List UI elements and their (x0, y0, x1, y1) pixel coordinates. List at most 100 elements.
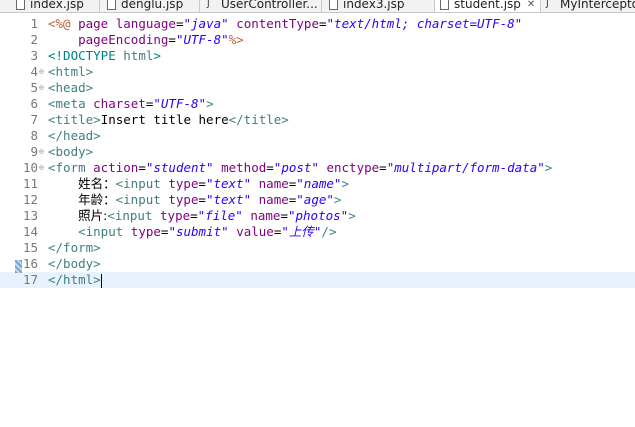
code-line[interactable]: 14 <input type="submit" value="上传"/> (0, 224, 635, 240)
jsp-file-icon (329, 0, 338, 10)
code-token: <meta (48, 96, 94, 111)
line-number: 3 (30, 48, 38, 63)
code-token: name (258, 176, 289, 191)
code-token: /> (321, 224, 337, 239)
code-token: enctype (326, 160, 380, 175)
code-token: <input (107, 208, 161, 223)
code-text: <!DOCTYPE html> (48, 48, 161, 64)
code-token: page (78, 16, 116, 31)
line-number: 7 (30, 112, 38, 127)
tab-index-jsp[interactable]: index.jsp (16, 0, 84, 12)
code-text: 照片:<input type="file" name="photos"> (48, 208, 356, 224)
code-token: </body> (48, 256, 101, 271)
code-token: "file" (197, 208, 243, 223)
code-text: <%@ page language="java" contentType="te… (48, 16, 522, 32)
line-number: 11 (22, 176, 38, 191)
code-line[interactable]: 17 </html> (0, 272, 635, 288)
code-token: action (93, 160, 139, 175)
java-file-icon: J (546, 0, 549, 9)
tab-denglu-jsp[interactable]: denglu.jsp (107, 0, 183, 12)
code-token: = (280, 208, 288, 223)
code-token: > (333, 192, 342, 207)
code-token: contentType (236, 16, 319, 31)
code-token: <input (115, 192, 169, 207)
java-file-icon: J (207, 0, 210, 9)
tab-student-jsp[interactable]: student.jsp ✕ (434, 0, 542, 12)
code-token: name (258, 192, 289, 207)
code-token: = (190, 208, 198, 223)
code-token: </title> (228, 112, 289, 127)
code-line[interactable]: 2 pageEncoding="UTF-8"%> (0, 32, 635, 48)
code-line[interactable]: 9 ⊖ <body> (0, 144, 635, 160)
code-token: > (348, 208, 356, 223)
code-text: </html> (48, 272, 102, 288)
code-token: "post" (273, 160, 319, 175)
code-text: <head> (48, 80, 93, 96)
code-line[interactable]: 1 <%@ page language="java" contentType="t… (0, 16, 635, 32)
code-token: = (318, 16, 327, 31)
code-line[interactable]: 8 </head> (0, 128, 635, 144)
fold-toggle-icon[interactable]: ⊖ (39, 80, 45, 96)
code-editor[interactable]: 1 <%@ page language="java" contentType="t… (0, 13, 635, 427)
code-token: = (379, 160, 387, 175)
code-token: value (236, 224, 274, 239)
code-text: </form> (48, 240, 101, 256)
code-token: <input (78, 224, 131, 239)
code-token: <!DOCTYPE (48, 48, 124, 63)
code-line[interactable]: 4 ⊖ <html> (0, 64, 635, 80)
tab-label: index.jsp (30, 0, 84, 11)
tab-label: student.jsp (454, 0, 521, 11)
code-token: = (168, 32, 176, 47)
code-token: "multipart/form-data" (386, 160, 545, 175)
fold-toggle-icon[interactable]: ⊖ (39, 64, 45, 80)
code-token: <title> (48, 112, 101, 127)
code-token: <html> (48, 64, 94, 79)
code-line[interactable]: 15 </form> (0, 240, 635, 256)
code-text: <meta charset="UTF-8"> (48, 96, 214, 112)
code-token: Insert title here (100, 112, 229, 127)
code-token: type (168, 192, 199, 207)
close-tab-icon[interactable]: ✕ (527, 0, 535, 10)
line-number: 2 (30, 32, 38, 47)
code-token: <input (115, 176, 169, 191)
tab-myintercepto[interactable]: J MyIntercepto (546, 0, 635, 12)
code-line[interactable]: 7 <title>Insert title here</title> (0, 112, 635, 128)
line-number: 5 (30, 80, 38, 95)
code-line[interactable]: 16 </body> (0, 256, 635, 272)
code-line[interactable]: 5 ⊖ <head> (0, 80, 635, 96)
code-line[interactable]: 12 年龄：<input type="text" name="age"> (0, 192, 635, 208)
code-text: </head> (48, 128, 101, 144)
code-token: <form (48, 160, 94, 175)
fold-toggle-icon[interactable]: ⊖ (39, 160, 45, 176)
tab-separator (99, 0, 100, 12)
code-token: type (130, 224, 161, 239)
tab-usercontroller-[interactable]: J UserController... (207, 0, 318, 12)
code-text: <body> (48, 144, 93, 160)
code-line[interactable]: 13 照片:<input type="file" name="photos"> (0, 208, 635, 224)
code-line[interactable]: 6 <meta charset="UTF-8"> (0, 96, 635, 112)
code-token: "text/html; charset=UTF-8" (326, 16, 523, 31)
code-line[interactable]: 3 <!DOCTYPE html> (0, 48, 635, 64)
code-token: = (198, 192, 206, 207)
code-token: > (206, 96, 214, 111)
jsp-file-icon (107, 0, 116, 10)
tab-separator (321, 0, 322, 12)
line-number: 12 (22, 192, 38, 207)
code-line[interactable]: 11 姓名：<input type="text" name="name"> (0, 176, 635, 192)
code-token: "text" (205, 192, 252, 207)
code-token: 年龄： (78, 192, 116, 207)
code-token: "java" (183, 16, 229, 31)
tab-label: denglu.jsp (121, 0, 184, 11)
fold-toggle-icon[interactable]: ⊖ (39, 144, 45, 160)
code-token: "上传" (281, 224, 322, 239)
jsp-file-icon (440, 0, 449, 10)
text-caret (100, 273, 102, 288)
line-number: 8 (30, 128, 38, 143)
code-line[interactable]: 10 ⊖ <form action="student" method="post" … (0, 160, 635, 176)
code-text: <html> (48, 64, 93, 80)
tab-index3-jsp[interactable]: index3.jsp (329, 0, 404, 12)
